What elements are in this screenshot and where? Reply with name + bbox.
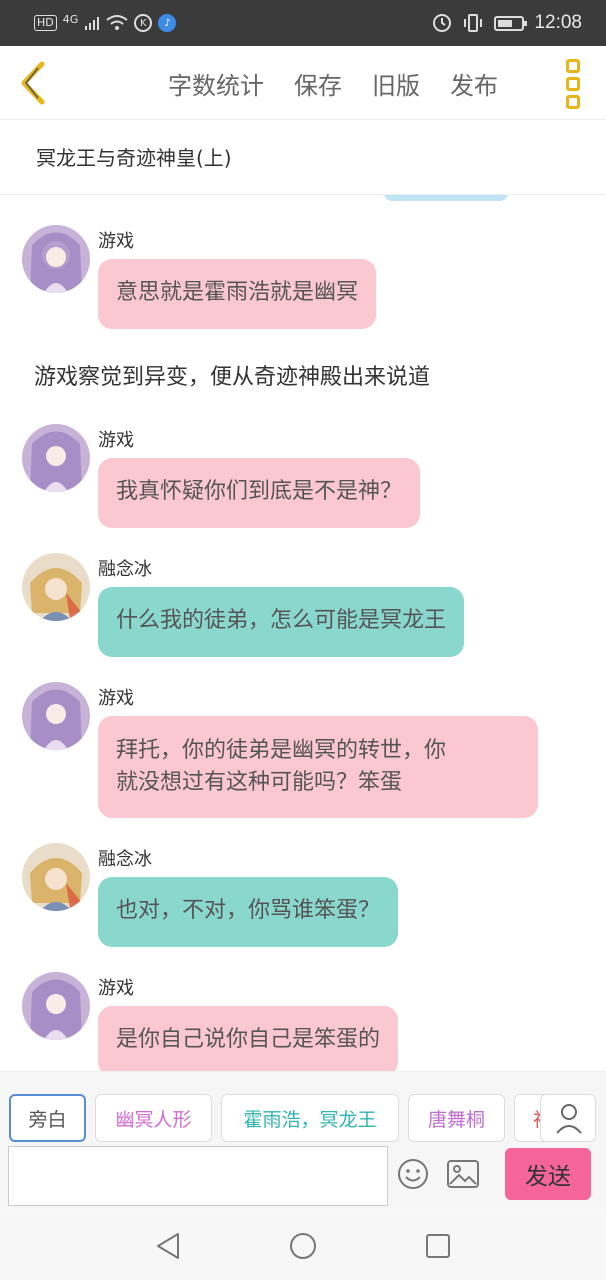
speaker-name: 融念冰: [98, 849, 152, 870]
signal-icon: [85, 17, 100, 30]
narration-text[interactable]: 游戏察觉到异变，便从奇迹神殿出来说道: [34, 359, 430, 391]
avatar-youxi[interactable]: [22, 225, 90, 293]
top-nav: 字数统计 保存 旧版 发布: [0, 46, 606, 120]
add-character-person-icon[interactable]: [540, 1094, 596, 1142]
avatar-rongnianbing[interactable]: [22, 553, 90, 621]
character-chip[interactable]: 霍雨浩，冥龙王: [221, 1094, 399, 1142]
speaker-name: 游戏: [98, 688, 134, 709]
emoji-icon[interactable]: [397, 1158, 429, 1190]
publish-button[interactable]: 发布: [450, 66, 498, 101]
composer-panel: 旁白 幽冥人形 霍雨浩，冥龙王 唐舞桐 神 发送: [0, 1071, 606, 1211]
vibrate-icon: [464, 14, 483, 32]
send-button[interactable]: 发送: [505, 1148, 591, 1200]
network-type: 4G: [62, 12, 79, 26]
nav-recents-icon[interactable]: [424, 1232, 452, 1260]
hd-indicator: HD: [34, 15, 57, 31]
alarm-icon: [433, 14, 452, 32]
message-bubble[interactable]: 拜托，你的徒弟是幽冥的转世，你 就没想过有这种可能吗？笨蛋: [98, 716, 538, 818]
more-menu-icon[interactable]: [562, 59, 584, 109]
message-bubble[interactable]: 是你自己说你自己是笨蛋的: [98, 1006, 399, 1071]
battery-icon: [494, 15, 528, 31]
image-icon[interactable]: [447, 1160, 479, 1188]
speaker-name: 游戏: [98, 231, 134, 252]
wifi-icon: [106, 15, 128, 30]
character-chip[interactable]: 幽冥人形: [95, 1094, 212, 1142]
notification-bell-icon: ♪: [158, 14, 177, 32]
system-nav-bar: [0, 1211, 606, 1280]
speaker-name: 融念冰: [98, 559, 152, 580]
back-chevron-icon[interactable]: [14, 60, 54, 106]
previous-message-bubble: [384, 195, 508, 201]
message-bubble[interactable]: 也对，不对，你骂谁笨蛋？: [98, 877, 399, 947]
clock: 12:08: [534, 12, 582, 33]
message-line: 拜托，你的徒弟是幽冥的转世，你: [116, 738, 447, 763]
speaker-name: 游戏: [98, 978, 134, 999]
character-chip[interactable]: 唐舞桐: [408, 1094, 505, 1142]
speaker-name: 游戏: [98, 430, 134, 451]
nav-home-icon[interactable]: [288, 1231, 318, 1261]
avatar-youxi[interactable]: [22, 682, 90, 750]
old-version-button[interactable]: 旧版: [372, 66, 420, 101]
chat-area[interactable]: 游戏 意思就是霍雨浩就是幽冥 游戏察觉到异变，便从奇迹神殿出来说道 游戏 我真怀…: [0, 195, 606, 1071]
nav-back-icon[interactable]: [154, 1231, 182, 1261]
chapter-title[interactable]: 冥龙王与奇迹神皇(上): [0, 121, 606, 195]
message-bubble[interactable]: 什么我的徒弟，怎么可能是冥龙王: [98, 587, 465, 657]
avatar-rongnianbing[interactable]: [22, 843, 90, 911]
word-count-button[interactable]: 字数统计: [168, 66, 264, 101]
status-bar: HD 4G K ♪ 12:08: [0, 0, 606, 46]
message-bubble[interactable]: 我真怀疑你们到底是不是神？: [98, 458, 421, 528]
save-button[interactable]: 保存: [294, 66, 342, 101]
avatar-youxi[interactable]: [22, 424, 90, 492]
character-chip-narrator[interactable]: 旁白: [9, 1094, 86, 1142]
message-input[interactable]: [8, 1146, 388, 1206]
avatar-youxi[interactable]: [22, 972, 90, 1040]
message-line: 就没想过有这种可能吗？笨蛋: [116, 770, 403, 795]
k-app-icon: K: [134, 14, 153, 32]
message-bubble[interactable]: 意思就是霍雨浩就是幽冥: [98, 259, 377, 329]
